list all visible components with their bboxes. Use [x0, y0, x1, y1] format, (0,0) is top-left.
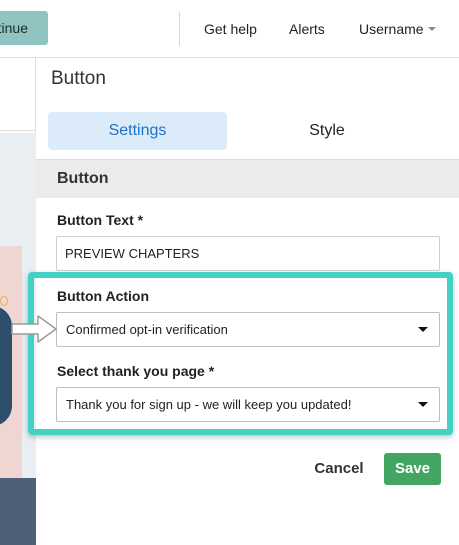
preview-footer-block — [0, 478, 36, 545]
nav-get-help[interactable]: Get help — [204, 20, 257, 38]
panel-title: Button — [51, 68, 106, 89]
divider — [0, 130, 36, 131]
save-button[interactable]: Save — [384, 453, 441, 485]
arrow-right-icon — [11, 315, 57, 343]
nav-username[interactable]: Username — [359, 20, 424, 38]
decorative-dot — [0, 296, 8, 306]
cancel-button[interactable]: Cancel — [306, 453, 372, 485]
topbar-divider — [179, 12, 180, 46]
chevron-down-icon[interactable] — [428, 27, 436, 31]
button-text-label: Button Text * — [57, 212, 144, 228]
nav-alerts[interactable]: Alerts — [289, 20, 325, 38]
tab-style[interactable]: Style — [237, 112, 417, 150]
tab-settings[interactable]: Settings — [48, 112, 227, 150]
button-text-input[interactable] — [56, 236, 440, 271]
top-bar: tinue Get help Alerts Username — [0, 0, 459, 58]
continue-button[interactable]: tinue — [0, 11, 48, 45]
section-header[interactable]: Button — [36, 159, 459, 198]
highlight-box — [28, 272, 453, 435]
